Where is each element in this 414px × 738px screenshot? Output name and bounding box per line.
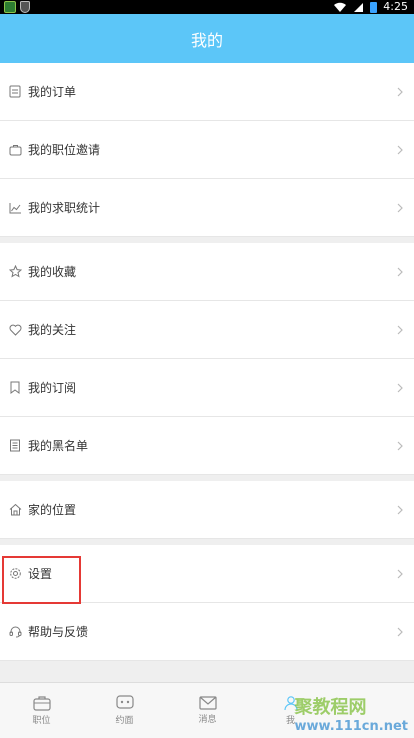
watermark-brand: 聚教程网 bbox=[294, 697, 367, 718]
tab-label: 消息 bbox=[198, 715, 217, 725]
bookmark-icon bbox=[8, 381, 22, 395]
briefcase-icon bbox=[8, 143, 22, 157]
tab-messages[interactable]: 消息 bbox=[166, 683, 249, 738]
app-header: 我的 bbox=[0, 14, 414, 63]
menu-item-stats[interactable]: 我的求职统计 bbox=[0, 179, 414, 237]
tab-label: 约面 bbox=[115, 716, 134, 726]
menu-item-label: 我的职位邀请 bbox=[28, 143, 101, 157]
headset-icon bbox=[8, 625, 22, 639]
menu-item-label: 我的黑名单 bbox=[28, 439, 89, 453]
status-bar: 4:25 bbox=[0, 0, 414, 14]
menu-item-blacklist[interactable]: 我的黑名单 bbox=[0, 417, 414, 475]
chevron-right-icon bbox=[397, 267, 403, 276]
bottom-nav: 职位 约面 消息 我 聚教程网 www.111cn.net bbox=[0, 682, 414, 738]
menu-item-label: 家的位置 bbox=[28, 503, 77, 517]
shield-icon bbox=[20, 1, 30, 13]
chevron-right-icon bbox=[397, 203, 403, 212]
menu-item-label: 我的求职统计 bbox=[28, 201, 101, 215]
settings-highlight-box bbox=[2, 556, 81, 604]
menu-item-label: 帮助与反馈 bbox=[28, 625, 89, 639]
chevron-right-icon bbox=[397, 383, 403, 392]
menu-item-help[interactable]: 帮助与反馈 bbox=[0, 603, 414, 661]
tab-label: 职位 bbox=[32, 716, 51, 726]
mail-icon bbox=[198, 696, 217, 710]
menu-item-favorites[interactable]: 我的收藏 bbox=[0, 243, 414, 301]
chevron-right-icon bbox=[397, 87, 403, 96]
menu-item-label: 我的关注 bbox=[28, 323, 77, 337]
list-icon bbox=[8, 439, 22, 453]
menu-item-label: 我的订阅 bbox=[28, 381, 77, 395]
menu-item-subscriptions[interactable]: 我的订阅 bbox=[0, 359, 414, 417]
clock: 4:25 bbox=[383, 0, 408, 13]
app-notification-icon bbox=[4, 1, 16, 13]
watermark-url: www.111cn.net bbox=[294, 719, 408, 734]
star-icon bbox=[8, 265, 22, 279]
menu-item-label: 我的收藏 bbox=[28, 265, 77, 279]
chevron-right-icon bbox=[397, 325, 403, 334]
chevron-right-icon bbox=[397, 627, 403, 636]
tab-jobs[interactable]: 职位 bbox=[0, 683, 83, 738]
watermark: 聚教程网 www.111cn.net bbox=[295, 693, 408, 734]
wifi-icon bbox=[334, 2, 347, 12]
menu-item-label: 我的订单 bbox=[28, 85, 77, 99]
signal-icon bbox=[354, 2, 364, 12]
menu-item-orders[interactable]: 我的订单 bbox=[0, 63, 414, 121]
battery-icon bbox=[370, 1, 378, 13]
page-title: 我的 bbox=[190, 30, 223, 50]
chart-icon bbox=[8, 201, 22, 215]
menu-item-home-location[interactable]: 家的位置 bbox=[0, 481, 414, 539]
chevron-right-icon bbox=[397, 145, 403, 154]
menu-item-invites[interactable]: 我的职位邀请 bbox=[0, 121, 414, 179]
tab-interview[interactable]: 约面 bbox=[83, 683, 166, 738]
home-icon bbox=[8, 503, 22, 517]
chevron-right-icon bbox=[397, 505, 403, 514]
chevron-right-icon bbox=[397, 569, 403, 578]
order-icon bbox=[8, 85, 22, 99]
chat-face-icon bbox=[115, 695, 134, 709]
chevron-right-icon bbox=[397, 441, 403, 450]
menu-item-follows[interactable]: 我的关注 bbox=[0, 301, 414, 359]
heart-icon bbox=[8, 323, 22, 337]
briefcase-icon bbox=[32, 696, 51, 711]
